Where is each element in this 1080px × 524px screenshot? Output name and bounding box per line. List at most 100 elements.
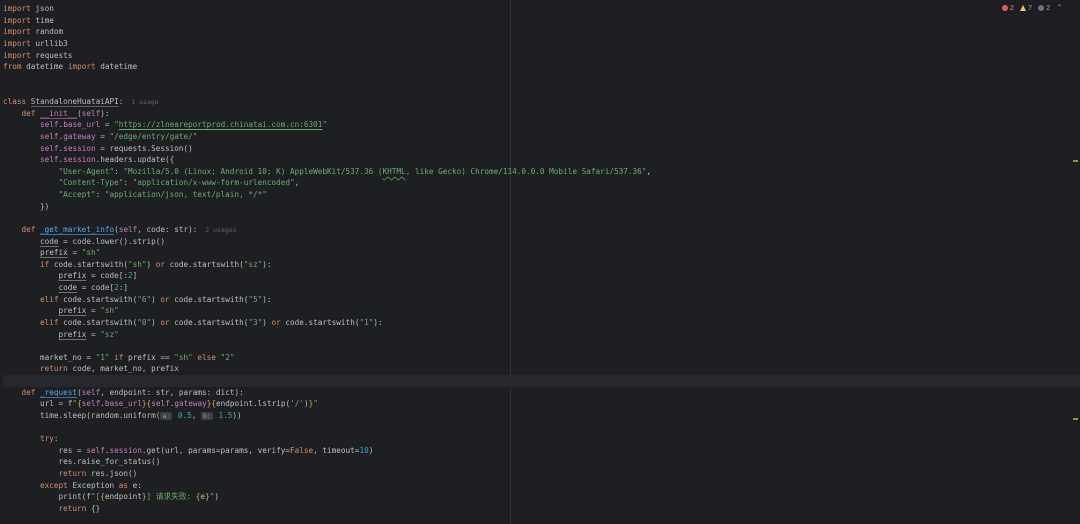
code-token: "sz" xyxy=(100,329,119,339)
code-token: https://zlneareportprod.chinatai.com.cn:… xyxy=(118,120,323,130)
code-token: .get(url, params=params, verify= xyxy=(141,445,290,455)
error-stripe[interactable] xyxy=(1070,0,1080,524)
code-token: code.startswith( xyxy=(49,259,128,269)
code-token: session xyxy=(109,445,142,455)
code-token: "sh" xyxy=(174,352,193,362)
code-line: import requests xyxy=(3,50,1080,62)
code-line: return res.json() xyxy=(3,468,1080,480)
code-token: gateway xyxy=(174,399,207,409)
code-token: base_url xyxy=(63,120,101,130)
code-line: def __init__(self): xyxy=(3,108,1080,120)
code-token: def xyxy=(21,387,41,397)
collapse-widget-button[interactable]: ⌃ xyxy=(1056,3,1063,11)
code-line: from datetime import datetime xyxy=(3,61,1080,73)
code-token: , xyxy=(294,178,300,188)
code-line: market_no = "1" if prefix == "sh" else "… xyxy=(3,352,1080,364)
code-token: code.startswith( xyxy=(58,317,138,327)
code-token: 2 usages xyxy=(197,225,237,234)
code-token: '/' xyxy=(290,399,304,409)
code-token: : xyxy=(123,178,133,188)
code-line: return code, market_no, prefix xyxy=(3,363,1080,375)
warnings-count: 7 xyxy=(1027,3,1033,12)
code-token: self xyxy=(86,445,105,455)
code-token: elif xyxy=(40,317,59,327)
error-stripe-mark[interactable] xyxy=(1073,418,1078,420)
code-line: import random xyxy=(3,26,1080,38)
code-line: import json xyxy=(3,3,1080,15)
code-token: prefix xyxy=(58,306,87,316)
code-token: : xyxy=(53,434,59,444)
code-token: , timeout= xyxy=(313,445,360,455)
typos-indicator[interactable]: 2 xyxy=(1038,3,1050,12)
code-token: " xyxy=(313,399,318,409)
code-token: 10 xyxy=(359,445,369,455)
code-token: except xyxy=(40,480,73,490)
code-token: requests xyxy=(30,50,73,60)
code-token: prefix xyxy=(58,271,87,281)
code-token: datetime xyxy=(21,62,68,72)
code-token: import xyxy=(3,15,31,25)
code-token: = xyxy=(100,120,115,130)
code-token: ] 请求失败: xyxy=(146,492,196,502)
code-token: code xyxy=(58,283,78,292)
code-token: return xyxy=(58,503,87,513)
code-token: import xyxy=(3,38,31,48)
code-line: code = code.lower().strip() xyxy=(3,236,1080,248)
code-token: )) xyxy=(232,410,242,420)
code-token: :] xyxy=(118,283,128,292)
code-token: try xyxy=(40,434,54,444)
code-token: "Content-Type" xyxy=(58,178,124,188)
code-token: res = xyxy=(3,445,87,455)
code-token: False xyxy=(289,445,314,455)
code-token: "sz" xyxy=(243,259,263,269)
code-token: code.startswith( xyxy=(165,259,244,269)
code-line: "Accept": "application/json, text/plain,… xyxy=(3,189,1080,201)
code-token: self xyxy=(81,108,101,118)
code-token: "Mozilla/5.0 (Linux; Android 10; K) Appl… xyxy=(123,166,383,176)
inspections-widget[interactable]: 2 7 2 ⌃ xyxy=(998,2,1066,13)
code-token: , code: str): xyxy=(137,224,198,234)
code-token: a: xyxy=(160,411,173,420)
code-token: = xyxy=(67,248,82,258)
code-token: return xyxy=(40,364,68,374)
code-token: endpoint xyxy=(104,492,142,502)
code-line: }) xyxy=(3,201,1080,213)
code-token: ] xyxy=(132,271,138,281)
code-token: "sh" xyxy=(81,248,101,258)
code-token: def xyxy=(21,224,41,234)
warning-icon xyxy=(1019,4,1026,11)
code-line: elif code.startswith("0") or code.starts… xyxy=(3,317,1080,329)
code-area[interactable]: import json import time import random impor… xyxy=(0,0,1080,515)
code-token: self xyxy=(151,399,170,409)
code-token: "3" xyxy=(248,317,263,327)
code-editor[interactable]: import json import time import random impor… xyxy=(0,0,1080,524)
error-stripe-mark[interactable] xyxy=(1073,160,1078,162)
code-line: try: xyxy=(3,433,1080,445)
errors-count: 2 xyxy=(1009,3,1014,12)
code-token: ) xyxy=(214,492,219,502)
code-token: import xyxy=(3,50,31,60)
code-token: return xyxy=(58,469,87,478)
code-token: import xyxy=(3,4,31,13)
code-token: code.startswith( xyxy=(280,317,360,327)
typo-icon xyxy=(1038,4,1045,11)
code-token: = code[: xyxy=(86,271,128,281)
code-token: market_no = xyxy=(3,352,96,362)
warnings-indicator[interactable]: 7 xyxy=(1019,3,1033,12)
code-line xyxy=(3,375,1080,387)
code-token: {} xyxy=(86,503,101,513)
code-line: def _request(self, endpoint: str, params… xyxy=(3,387,1080,399)
errors-indicator[interactable]: 2 xyxy=(1001,3,1014,12)
